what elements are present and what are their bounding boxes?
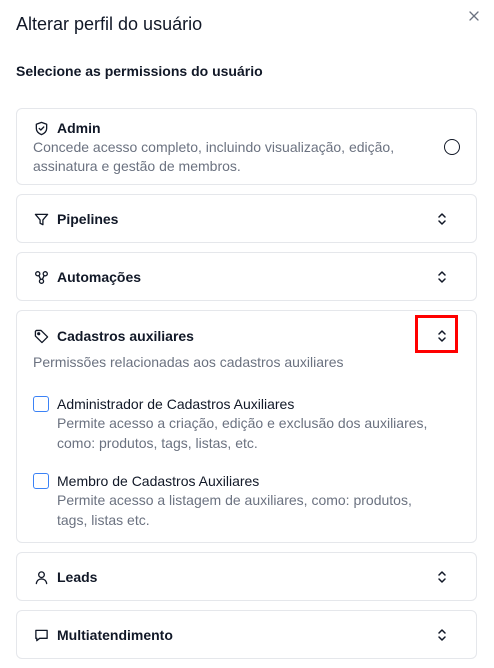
permission-description: Concede acesso completo, incluindo visua…: [33, 139, 395, 174]
chat-icon: [33, 627, 49, 643]
close-button[interactable]: [466, 8, 482, 24]
sub-permission-title: Membro de Cadastros Auxiliares: [57, 473, 260, 489]
sub-permission-title: Administrador de Cadastros Auxiliares: [57, 396, 295, 412]
expand-toggle[interactable]: [436, 329, 448, 343]
permission-title: Leads: [57, 569, 98, 585]
section-label: Selecione as permissions do usuário: [16, 63, 263, 79]
chevron-up-down-icon[interactable]: [437, 570, 447, 584]
admin-radio[interactable]: [444, 139, 460, 155]
permission-title: Admin: [57, 120, 101, 136]
chevron-up-down-icon[interactable]: [437, 212, 447, 226]
permission-card-multiatendimento[interactable]: Multiatendimento: [16, 610, 477, 659]
sub-permission-checkbox[interactable]: [33, 473, 49, 489]
expand-toggle[interactable]: [436, 628, 448, 642]
user-icon: [33, 569, 49, 585]
expand-toggle[interactable]: [436, 270, 448, 284]
filter-icon: [33, 211, 49, 227]
permission-title: Pipelines: [57, 211, 119, 227]
expand-toggle[interactable]: [436, 570, 448, 584]
chevron-up-down-icon[interactable]: [437, 329, 447, 343]
expand-toggle[interactable]: [436, 212, 448, 226]
permission-card-pipelines[interactable]: Pipelines: [16, 194, 477, 243]
close-icon[interactable]: [469, 11, 479, 21]
tag-icon: [33, 328, 49, 344]
permission-card-leads[interactable]: Leads: [16, 552, 477, 601]
permission-title: Automações: [57, 269, 142, 285]
dialog-title: Alterar perfil do usuário: [16, 14, 203, 34]
permission-title: Cadastros auxiliares: [57, 328, 194, 344]
sub-permission-item: Membro de Cadastros Auxiliares Permite a…: [33, 472, 433, 530]
permission-card-automacoes[interactable]: Automações: [16, 252, 477, 301]
sub-permission-item: Administrador de Cadastros Auxiliares Pe…: [33, 395, 463, 453]
permission-card-admin: Admin Concede acesso completo, incluindo…: [16, 108, 477, 185]
workflow-icon: [33, 269, 49, 285]
sub-permission-description: Permite acesso a criação, edição e exclu…: [57, 415, 428, 451]
permission-description: Permissões relacionadas aos cadastros au…: [33, 354, 344, 370]
sub-permission-description: Permite acesso a listagem de auxiliares,…: [57, 492, 412, 528]
shield-icon: [33, 120, 49, 136]
permission-title: Multiatendimento: [57, 627, 173, 643]
chevron-up-down-icon[interactable]: [437, 270, 447, 284]
permission-card-cadastros: Cadastros auxiliares Permissões relacion…: [16, 310, 477, 543]
chevron-up-down-icon[interactable]: [437, 628, 447, 642]
sub-permission-checkbox[interactable]: [33, 396, 49, 412]
